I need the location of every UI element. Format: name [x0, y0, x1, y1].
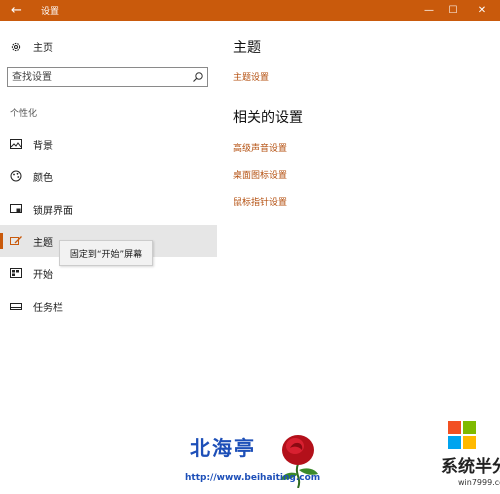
home-label: 主页 — [33, 43, 53, 54]
sidebar-item-label: 颜色 — [33, 172, 53, 184]
windows-logo-icon — [448, 421, 476, 449]
site-logo-url: win7999.com — [458, 478, 500, 487]
brush-icon — [10, 235, 22, 247]
sidebar-item-home[interactable]: 主页 — [10, 39, 53, 54]
theme-settings-link[interactable]: 主题设置 — [233, 70, 269, 83]
selection-indicator — [0, 233, 3, 249]
maximize-icon: ☐ — [448, 5, 458, 16]
close-icon: ✕ — [477, 5, 487, 16]
watermark-text: 北海亭 — [190, 436, 256, 460]
sidebar-item-background[interactable]: 背景 — [0, 128, 217, 160]
sidebar-item-taskbar[interactable]: 任务栏 — [0, 290, 217, 322]
window-title: 设置 — [41, 7, 60, 17]
mouse-pointer-settings-link[interactable]: 鼠标指针设置 — [233, 195, 287, 208]
search-input[interactable] — [12, 70, 188, 84]
sidebar-item-label: 背景 — [33, 140, 53, 152]
search-icon — [193, 72, 203, 82]
sidebar-item-lock-screen[interactable]: 锁屏界面 — [0, 193, 217, 225]
desktop-icon-settings-link[interactable]: 桌面图标设置 — [233, 168, 287, 181]
sidebar-item-label: 开始 — [33, 269, 53, 281]
back-button[interactable]: ← — [0, 0, 33, 21]
minimize-button[interactable]: — — [417, 0, 441, 21]
taskbar-icon — [10, 300, 22, 312]
site-logo-text: 系统半分 — [441, 457, 500, 477]
page-title: 主题 — [233, 40, 261, 56]
maximize-button[interactable]: ☐ — [441, 0, 465, 21]
minimize-icon: — — [424, 5, 434, 16]
sidebar-item-label: 主题 — [33, 237, 53, 249]
lock-screen-icon — [10, 203, 22, 215]
related-settings-heading: 相关的设置 — [233, 110, 303, 126]
title-bar: ← 设置 — ☐ ✕ — [0, 0, 500, 21]
sidebar-item-label: 锁屏界面 — [33, 205, 73, 217]
section-header-personalization: 个性化 — [10, 109, 38, 119]
start-icon — [10, 267, 22, 279]
pin-to-start-tooltip[interactable]: 固定到“开始”屏幕 — [59, 240, 153, 266]
advanced-sound-settings-link[interactable]: 高级声音设置 — [233, 141, 287, 154]
palette-icon — [10, 170, 22, 182]
close-button[interactable]: ✕ — [470, 0, 494, 21]
search-box[interactable] — [7, 67, 208, 87]
sidebar-item-label: 任务栏 — [33, 302, 63, 314]
watermark-url: http://www.beihaiting.com — [185, 473, 321, 483]
back-arrow-icon: ← — [11, 3, 22, 18]
picture-icon — [10, 138, 22, 150]
sidebar-item-colors[interactable]: 颜色 — [0, 160, 217, 192]
gear-icon — [10, 41, 22, 53]
